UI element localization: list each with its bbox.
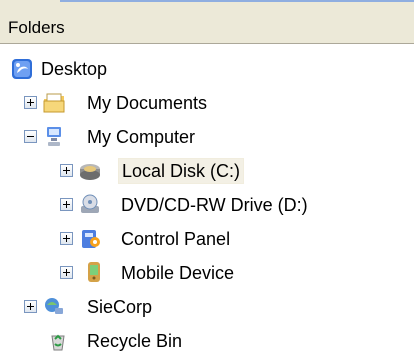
computer-icon — [47, 127, 61, 146]
control-panel-icon — [82, 230, 100, 248]
tree-item-label: Desktop — [41, 59, 108, 79]
tree-item-label: Local Disk (C:) — [118, 158, 245, 184]
folder-documents-icon — [43, 93, 65, 113]
network-icon — [45, 298, 63, 314]
mobile-device-icon — [88, 262, 100, 282]
tree-item-label: Mobile Device — [121, 263, 235, 283]
folders-title: Folders — [8, 18, 65, 37]
folders-header: Folders — [0, 0, 414, 44]
hard-drive-icon — [80, 164, 100, 180]
tree-item-label: SieCorp — [87, 297, 153, 317]
tree-item-label: DVD/CD-RW Drive (D:) — [121, 195, 308, 215]
expand-icon[interactable] — [24, 300, 37, 313]
header-divider — [60, 0, 414, 2]
tree-item-label: Control Panel — [121, 229, 231, 249]
expand-icon[interactable] — [24, 96, 37, 109]
tree-item-label: My Documents — [87, 93, 208, 113]
recycle-bin-icon — [51, 334, 65, 351]
expand-icon[interactable] — [60, 198, 73, 211]
tree-item-label: My Computer — [87, 127, 196, 147]
expand-icon[interactable] — [60, 232, 73, 245]
folders-pane: Folders Desktop My Documents My Computer… — [0, 0, 414, 351]
collapse-icon[interactable] — [24, 130, 37, 143]
dvd-drive-icon — [81, 194, 99, 213]
desktop-icon — [12, 59, 32, 79]
expand-icon[interactable] — [60, 164, 73, 177]
tree-item-label: Recycle Bin — [87, 331, 183, 351]
expand-icon[interactable] — [60, 266, 73, 279]
